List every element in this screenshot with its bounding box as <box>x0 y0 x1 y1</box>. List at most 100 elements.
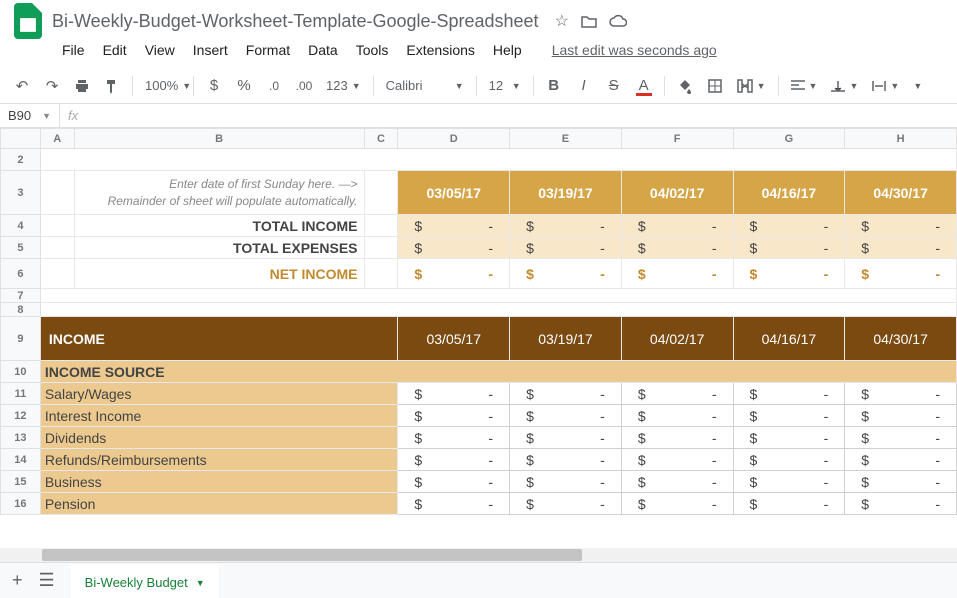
income-cell-0-2[interactable]: $- <box>621 383 733 405</box>
total-income-label[interactable]: TOTAL INCOME <box>74 215 364 237</box>
net-income-g[interactable]: $- <box>733 259 845 289</box>
income-row-label-4[interactable]: Business <box>40 471 398 493</box>
zoom-dropdown[interactable]: 100%▼ <box>139 74 187 98</box>
font-size-dropdown[interactable]: 12▼ <box>483 74 527 98</box>
increase-decimal-button[interactable]: .00 <box>290 72 318 100</box>
income-row-label-1[interactable]: Interest Income <box>40 405 398 427</box>
income-section-header[interactable]: INCOME <box>40 317 398 361</box>
more-dropdown[interactable]: ▼ <box>907 74 928 98</box>
row-header-16[interactable]: 16 <box>1 493 41 515</box>
row-header-3[interactable]: 3 <box>1 171 41 215</box>
cell-reference-box[interactable]: B90▼ <box>0 104 60 127</box>
income-row-label-5[interactable]: Pension <box>40 493 398 515</box>
income-cell-1-4[interactable]: $- <box>845 405 957 427</box>
col-header-h[interactable]: H <box>845 129 957 149</box>
total-expenses-e[interactable]: $- <box>510 237 622 259</box>
income-cell-1-0[interactable]: $- <box>398 405 510 427</box>
income-cell-5-3[interactable]: $- <box>733 493 845 515</box>
total-income-h[interactable]: $- <box>845 215 957 237</box>
total-expenses-d[interactable]: $- <box>398 237 510 259</box>
income-date-5[interactable]: 04/30/17 <box>845 317 957 361</box>
income-cell-0-3[interactable]: $- <box>733 383 845 405</box>
income-row-label-3[interactable]: Refunds/Reimbursements <box>40 449 398 471</box>
total-income-g[interactable]: $- <box>733 215 845 237</box>
income-cell-4-2[interactable]: $- <box>621 471 733 493</box>
menu-help[interactable]: Help <box>485 38 530 62</box>
income-cell-5-0[interactable]: $- <box>398 493 510 515</box>
decrease-decimal-button[interactable]: .0 <box>260 72 288 100</box>
strikethrough-button[interactable]: S <box>600 72 628 100</box>
date-header-2[interactable]: 03/19/17 <box>510 171 622 215</box>
row-header-13[interactable]: 13 <box>1 427 41 449</box>
net-income-f[interactable]: $- <box>621 259 733 289</box>
income-date-1[interactable]: 03/05/17 <box>398 317 510 361</box>
row-header-8[interactable]: 8 <box>1 303 41 317</box>
row-header-10[interactable]: 10 <box>1 361 41 383</box>
total-income-f[interactable]: $- <box>621 215 733 237</box>
income-cell-2-3[interactable]: $- <box>733 427 845 449</box>
fill-color-button[interactable] <box>671 72 699 100</box>
undo-button[interactable]: ↶ <box>8 72 36 100</box>
total-expenses-h[interactable]: $- <box>845 237 957 259</box>
menu-data[interactable]: Data <box>300 38 346 62</box>
row-header-7[interactable]: 7 <box>1 289 41 303</box>
horizontal-scrollbar[interactable] <box>0 548 957 562</box>
total-income-e[interactable]: $- <box>510 215 622 237</box>
total-income-d[interactable]: $- <box>398 215 510 237</box>
income-cell-2-1[interactable]: $- <box>510 427 622 449</box>
income-cell-3-2[interactable]: $- <box>621 449 733 471</box>
income-cell-5-2[interactable]: $- <box>621 493 733 515</box>
income-cell-1-2[interactable]: $- <box>621 405 733 427</box>
income-cell-3-0[interactable]: $- <box>398 449 510 471</box>
income-cell-0-0[interactable]: $- <box>398 383 510 405</box>
income-date-3[interactable]: 04/02/17 <box>621 317 733 361</box>
income-cell-0-1[interactable]: $- <box>510 383 622 405</box>
income-cell-2-2[interactable]: $- <box>621 427 733 449</box>
income-row-label-2[interactable]: Dividends <box>40 427 398 449</box>
percent-button[interactable]: % <box>230 72 258 100</box>
document-title[interactable]: Bi-Weekly-Budget-Worksheet-Template-Goog… <box>52 11 539 32</box>
income-cell-1-3[interactable]: $- <box>733 405 845 427</box>
hint-text[interactable]: Enter date of first Sunday here. —>Remai… <box>74 171 364 215</box>
income-cell-2-0[interactable]: $- <box>398 427 510 449</box>
row-header-9[interactable]: 9 <box>1 317 41 361</box>
menu-tools[interactable]: Tools <box>348 38 397 62</box>
date-header-5[interactable]: 04/30/17 <box>845 171 957 215</box>
borders-button[interactable] <box>701 72 729 100</box>
row-header-11[interactable]: 11 <box>1 383 41 405</box>
date-header-3[interactable]: 04/02/17 <box>621 171 733 215</box>
income-cell-4-0[interactable]: $- <box>398 471 510 493</box>
select-all-corner[interactable] <box>1 129 41 149</box>
menu-file[interactable]: File <box>54 38 93 62</box>
text-color-button[interactable]: A <box>630 72 658 100</box>
income-source-header[interactable]: INCOME SOURCE <box>40 361 956 383</box>
all-sheets-button[interactable]: ☰ <box>39 570 55 591</box>
date-header-1[interactable]: 03/05/17 <box>398 171 510 215</box>
income-cell-0-4[interactable]: $- <box>845 383 957 405</box>
valign-dropdown[interactable]: ▼ <box>825 74 864 98</box>
row-header-5[interactable]: 5 <box>1 237 41 259</box>
row-header-12[interactable]: 12 <box>1 405 41 427</box>
col-header-b[interactable]: B <box>74 129 364 149</box>
paint-format-button[interactable] <box>98 72 126 100</box>
income-cell-5-1[interactable]: $- <box>510 493 622 515</box>
wrap-dropdown[interactable]: ▼ <box>866 74 905 98</box>
col-header-g[interactable]: G <box>733 129 845 149</box>
income-cell-3-1[interactable]: $- <box>510 449 622 471</box>
row-header-4[interactable]: 4 <box>1 215 41 237</box>
align-dropdown[interactable]: ▼ <box>785 74 824 98</box>
income-row-label-0[interactable]: Salary/Wages <box>40 383 398 405</box>
menu-extensions[interactable]: Extensions <box>398 38 482 62</box>
print-button[interactable] <box>68 72 96 100</box>
net-income-h[interactable]: $- <box>845 259 957 289</box>
total-expenses-f[interactable]: $- <box>621 237 733 259</box>
income-cell-4-3[interactable]: $- <box>733 471 845 493</box>
total-expenses-label[interactable]: TOTAL EXPENSES <box>74 237 364 259</box>
row-header-6[interactable]: 6 <box>1 259 41 289</box>
add-sheet-button[interactable]: + <box>12 570 23 591</box>
income-cell-2-4[interactable]: $- <box>845 427 957 449</box>
menu-insert[interactable]: Insert <box>185 38 236 62</box>
row-header-2[interactable]: 2 <box>1 149 41 171</box>
date-header-4[interactable]: 04/16/17 <box>733 171 845 215</box>
col-header-f[interactable]: F <box>621 129 733 149</box>
